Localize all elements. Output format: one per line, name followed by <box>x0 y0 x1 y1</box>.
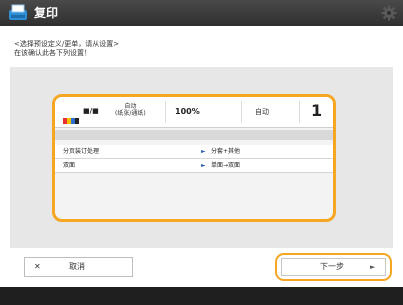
close-icon: ✕ <box>34 262 41 271</box>
title-bar: 复印 <box>0 0 403 26</box>
next-button-highlight[interactable]: 下一步 ► <box>275 253 392 281</box>
setting-label: 双面 <box>63 162 76 169</box>
cancel-button[interactable]: ✕ 取消 <box>24 257 133 277</box>
setting-label: 分页装订处理 <box>63 148 100 155</box>
color-mode-icon <box>63 109 81 124</box>
arrow-icon: ► <box>201 148 206 155</box>
settings-row-duplex: 双面 ► 单面→双面 <box>55 159 333 173</box>
copies-count: 1 <box>311 101 323 120</box>
gear-icon[interactable] <box>381 5 397 21</box>
divider-band <box>55 130 333 140</box>
color-mode-label: ■/■ <box>83 107 99 115</box>
zoom-value: 100% <box>175 107 200 116</box>
app-title: 复印 <box>34 6 59 20</box>
next-button[interactable]: 下一步 ► <box>281 258 386 276</box>
arrow-icon: ► <box>201 162 206 169</box>
instruction-message: <选择预设定义/更单，请从设置> 在该确认此各下列设置！ <box>14 40 119 58</box>
next-label: 下一步 <box>320 262 344 271</box>
chevron-right-icon: ► <box>370 263 376 271</box>
settings-summary: ■/■ 自动 (纸张/通纸) 100% 自动 1 <box>55 97 333 128</box>
message-line-2: 在该确认此各下列设置！ <box>14 49 91 57</box>
copy-app-icon <box>9 4 27 20</box>
paper-size-label: 自动 (纸张/通纸) <box>115 103 146 117</box>
density-value: 自动 <box>255 108 269 116</box>
cancel-label: 取消 <box>69 262 85 271</box>
message-line-1: <选择预设定义/更单，请从设置> <box>14 40 120 48</box>
settings-card: ■/■ 自动 (纸张/通纸) 100% 自动 1 分页装订处理 ► 分套+其他 … <box>52 94 336 222</box>
setting-value: 单面→双面 <box>211 162 241 169</box>
setting-value: 分套+其他 <box>211 148 241 155</box>
bottom-bar <box>0 287 403 305</box>
settings-row-collate: 分页装订处理 ► 分套+其他 <box>55 145 333 159</box>
